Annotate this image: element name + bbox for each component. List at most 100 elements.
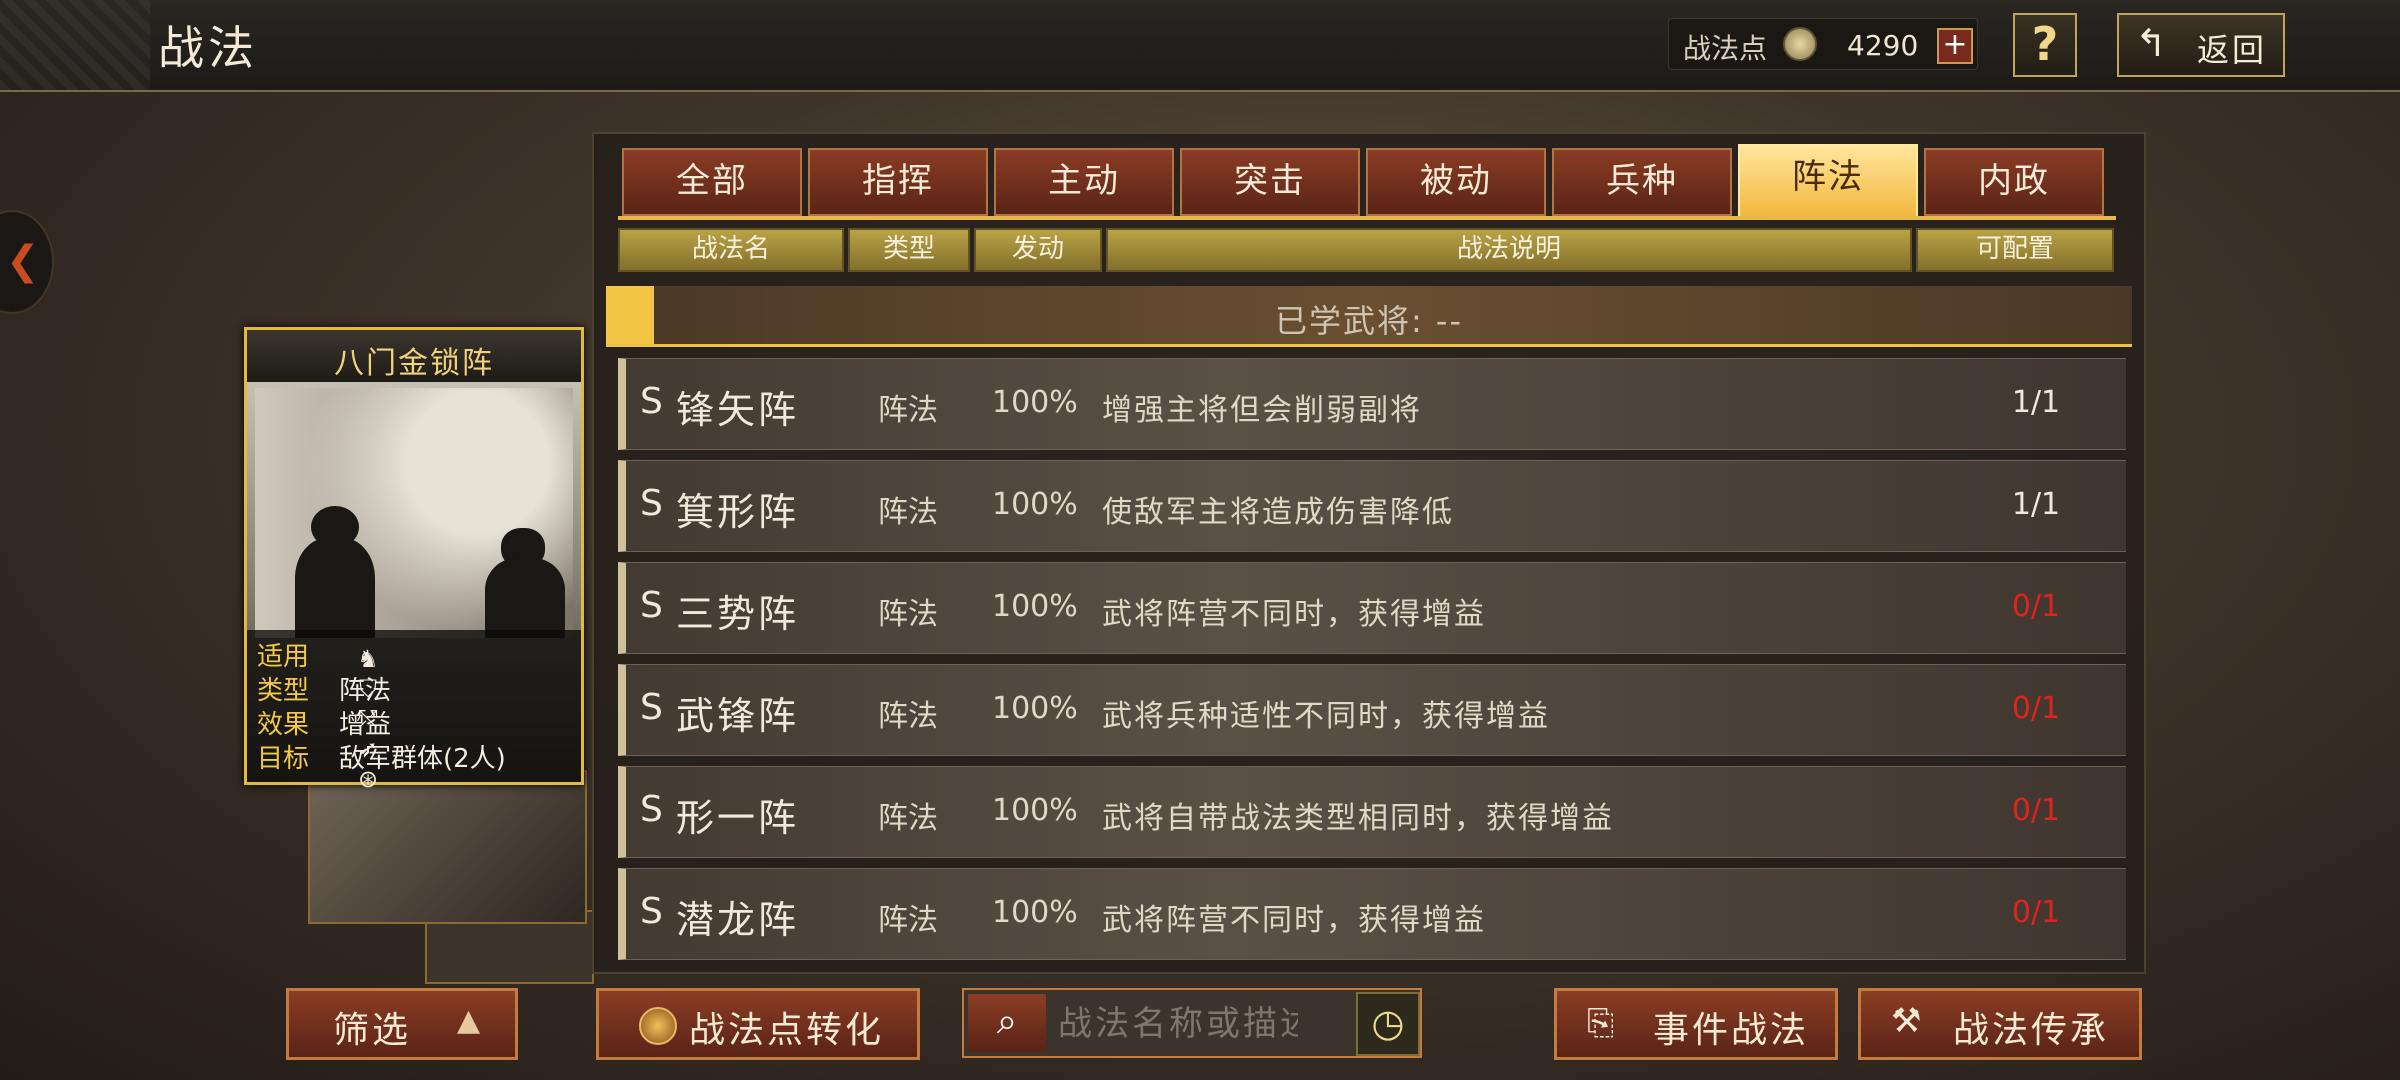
- top-bar: 战法 战法点 4290 + ? ↰ 返回: [0, 0, 2400, 92]
- tactic-rate: 100%: [992, 589, 1078, 624]
- column-header-description: 战法说明: [1106, 228, 1912, 272]
- tactic-description: 增强主将但会削弱副将: [1102, 393, 1422, 428]
- card-row-key: 适用: [257, 642, 310, 672]
- convert-points-button[interactable]: 战法点转化: [596, 988, 920, 1060]
- tactic-description: 武将阵营不同时，获得增益: [1102, 597, 1486, 632]
- tactic-slots: 1/1: [2011, 487, 2061, 522]
- table-row[interactable]: S 箕形阵 阵法 100% 使敌军主将造成伤害降低 1/1: [618, 460, 2126, 552]
- tactic-description: 使敌军主将造成伤害降低: [1102, 495, 1454, 530]
- tactic-detail-card[interactable]: 八门金锁阵 适用 ♞⛉⤲➶⊛ 类型 阵法 效果 增益 目标 敌军群体(2人): [244, 327, 584, 793]
- help-button[interactable]: ?: [2013, 13, 2077, 77]
- inherit-tactics-button[interactable]: ⚒ 战法传承: [1858, 988, 2142, 1060]
- table-row[interactable]: S 武锋阵 阵法 100% 武将兵种适性不同时，获得增益 0/1: [618, 664, 2126, 756]
- tactic-type: 阵法: [878, 903, 938, 938]
- tactic-rate: 100%: [992, 793, 1078, 828]
- header-ornament: [0, 0, 150, 90]
- column-header-type[interactable]: 类型: [848, 228, 970, 272]
- tactic-slots: 0/1: [2011, 895, 2061, 930]
- search-box: ⌕: [962, 988, 1422, 1058]
- column-header-slots[interactable]: 可配置: [1916, 228, 2114, 272]
- tactic-description: 武将阵营不同时，获得增益: [1102, 903, 1486, 938]
- hammer-icon: ⚒: [1891, 1001, 1925, 1041]
- card-row-value: 敌军群体(2人): [339, 744, 506, 774]
- coin-icon: [639, 1007, 677, 1045]
- back-button[interactable]: ↰ 返回: [2117, 13, 2285, 77]
- column-header-name[interactable]: 战法名: [618, 228, 844, 272]
- chevron-left-icon: ❮: [6, 238, 40, 284]
- filter-button[interactable]: 筛选 ▲: [286, 988, 518, 1060]
- tactic-points-value: 4290: [1847, 29, 1919, 62]
- table-row[interactable]: S 形一阵 阵法 100% 武将自带战法类型相同时，获得增益 0/1: [618, 766, 2126, 858]
- scroll-icon: ⎘: [1587, 1003, 1618, 1043]
- search-icon[interactable]: ⌕: [968, 994, 1046, 1052]
- tactic-type: 阵法: [878, 699, 938, 734]
- table-row[interactable]: S 潜龙阵 阵法 100% 武将阵营不同时，获得增益 0/1: [618, 868, 2126, 960]
- tactic-grade: S: [640, 381, 663, 422]
- table-row[interactable]: S 三势阵 阵法 100% 武将阵营不同时，获得增益 0/1: [618, 562, 2126, 654]
- tab-active[interactable]: 主动: [994, 148, 1174, 216]
- back-arrow-icon: ↰: [2135, 21, 2167, 65]
- page-title: 战法: [158, 21, 258, 75]
- card-info: 适用 ♞⛉⤲➶⊛ 类型 阵法 效果 增益 目标 敌军群体(2人): [247, 630, 581, 793]
- event-tactics-label: 事件战法: [1653, 1010, 1810, 1051]
- add-points-button[interactable]: +: [1937, 28, 1973, 64]
- tactic-rate: 100%: [992, 487, 1078, 522]
- card-artwork: [255, 388, 573, 638]
- learned-generals-text: 已学武将: --: [1274, 302, 1464, 340]
- back-button-label: 返回: [2197, 31, 2268, 69]
- tactic-type: 阵法: [878, 801, 938, 836]
- tab-command[interactable]: 指挥: [808, 148, 988, 216]
- tactic-name: 武锋阵: [676, 694, 800, 738]
- tactic-grade: S: [640, 789, 663, 830]
- tabs-underline: [618, 216, 2116, 220]
- figure-silhouette: [485, 558, 565, 638]
- tactic-name: 形一阵: [676, 796, 800, 840]
- card-row-key: 效果: [257, 710, 310, 740]
- tactic-slots: 1/1: [2011, 385, 2061, 420]
- figure-silhouette: [295, 538, 375, 638]
- tactic-type: 阵法: [878, 597, 938, 632]
- card-row-value: 阵法: [339, 676, 392, 706]
- card-row-effect: 效果 增益: [257, 704, 391, 741]
- cavalry-icon: ♞: [357, 645, 379, 673]
- tactic-type: 阵法: [878, 393, 938, 428]
- tactic-type: 阵法: [878, 495, 938, 530]
- tab-passive[interactable]: 被动: [1366, 148, 1546, 216]
- card-stack-middle[interactable]: [308, 770, 587, 924]
- card-row-target: 目标 敌军群体(2人): [257, 738, 506, 775]
- convert-points-label: 战法点转化: [689, 1010, 885, 1051]
- tab-internal-affairs[interactable]: 内政: [1924, 148, 2104, 216]
- card-row-applicable: 适用 ♞⛉⤲➶⊛: [257, 636, 379, 793]
- tab-troop-type[interactable]: 兵种: [1552, 148, 1732, 216]
- tab-assault[interactable]: 突击: [1180, 148, 1360, 216]
- tactic-rate: 100%: [992, 385, 1078, 420]
- tactic-name: 潜龙阵: [676, 898, 800, 942]
- search-input[interactable]: [1056, 996, 1300, 1052]
- tactic-grade: S: [640, 891, 663, 932]
- tactics-panel: 全部 指挥 主动 突击 被动 兵种 阵法 内政 战法名 类型 发动 战法说明 可…: [592, 132, 2146, 974]
- tactic-description: 武将兵种适性不同时，获得增益: [1102, 699, 1550, 734]
- tactic-rate: 100%: [992, 895, 1078, 930]
- caret-up-icon: ▲: [457, 1003, 484, 1038]
- tactic-name: 锋矢阵: [676, 388, 800, 432]
- card-row-value: 增益: [339, 710, 392, 740]
- event-tactics-button[interactable]: ⎘ 事件战法: [1554, 988, 1838, 1060]
- card-row-key: 目标: [257, 744, 310, 774]
- learned-generals-bar: 已学武将: --: [606, 286, 2132, 347]
- tab-formation[interactable]: 阵法: [1738, 144, 1918, 220]
- tab-all[interactable]: 全部: [622, 148, 802, 216]
- table-row[interactable]: S 锋矢阵 阵法 100% 增强主将但会削弱副将 1/1: [618, 358, 2126, 450]
- tactic-grade: S: [640, 585, 663, 626]
- tactic-description: 武将自带战法类型相同时，获得增益: [1102, 801, 1614, 836]
- side-menu-toggle[interactable]: ❮: [0, 210, 54, 314]
- tactic-slots: 0/1: [2011, 589, 2061, 624]
- coin-icon: [1783, 27, 1817, 61]
- tactic-grade: S: [640, 483, 663, 524]
- tactic-grade: S: [640, 687, 663, 728]
- column-header-rate[interactable]: 发动: [974, 228, 1102, 272]
- card-title: 八门金锁阵: [334, 346, 494, 381]
- tactic-slots: 0/1: [2011, 691, 2061, 726]
- history-clock-icon[interactable]: ◷: [1356, 992, 1420, 1056]
- tactic-rate: 100%: [992, 691, 1078, 726]
- card-title-bar: 八门金锁阵: [247, 330, 581, 382]
